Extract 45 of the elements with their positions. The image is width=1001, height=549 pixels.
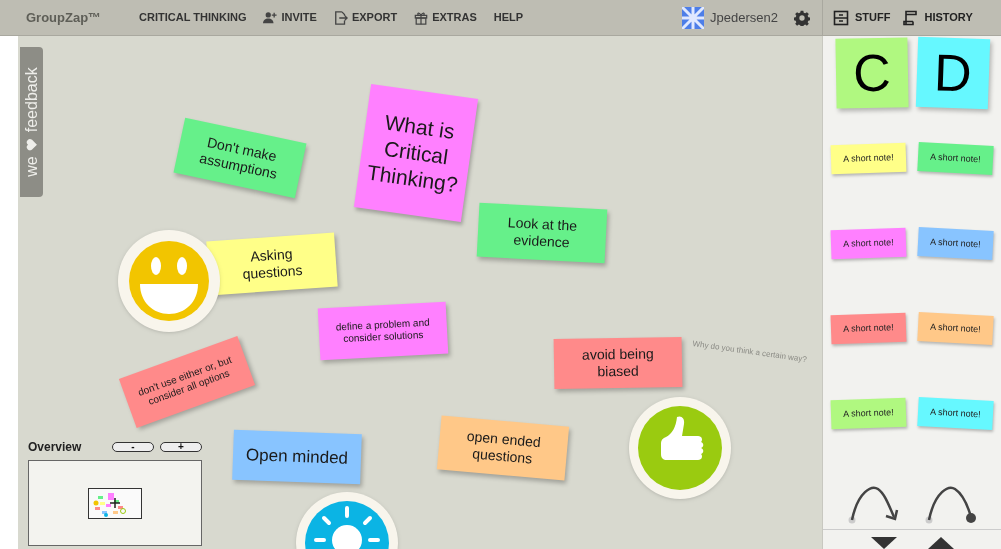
- sticky-note[interactable]: What is Critical Thinking?: [353, 84, 479, 222]
- heart-icon: [25, 138, 38, 151]
- menu-item[interactable]: CRITICAL THINKING: [139, 9, 247, 26]
- menu-item[interactable]: INVITE: [263, 9, 317, 26]
- sticky-note[interactable]: A short note!: [917, 142, 994, 175]
- scroll-down-button[interactable]: [870, 537, 897, 549]
- sticky-note[interactable]: A short note!: [917, 397, 994, 430]
- sticky-note[interactable]: open ended questions: [436, 415, 570, 481]
- settings-icon[interactable]: [794, 9, 810, 26]
- down-triangle-icon: [870, 537, 897, 549]
- menu-item[interactable]: HELP: [493, 9, 524, 26]
- user-name[interactable]: Jpedersen2: [710, 7, 778, 28]
- add-user-icon: [263, 10, 278, 25]
- sticky-note[interactable]: A short note!: [830, 142, 907, 175]
- sticky-note[interactable]: A short note!: [830, 227, 907, 260]
- sticky-note[interactable]: Asking questions: [206, 232, 338, 296]
- zoom-button[interactable]: -: [112, 442, 154, 452]
- sticky-note[interactable]: avoid being biased: [553, 336, 683, 390]
- curved-line-connector[interactable]: [924, 483, 977, 525]
- letter-note[interactable]: D: [915, 36, 990, 110]
- menu-item[interactable]: EXPORT: [333, 9, 398, 26]
- export-icon: [333, 10, 348, 25]
- menu-item[interactable]: EXTRAS: [414, 9, 477, 26]
- drawer-icon: [833, 9, 849, 26]
- sticky-note[interactable]: A short note!: [830, 312, 907, 345]
- sticky-note[interactable]: A short note!: [917, 227, 994, 260]
- sticky-note[interactable]: define a problem and consider solutions: [317, 301, 449, 361]
- sticky-note[interactable]: Open minded: [232, 429, 362, 485]
- up-triangle-icon: [927, 537, 954, 549]
- user-avatar[interactable]: [682, 6, 705, 29]
- gift-icon: [414, 10, 429, 25]
- thumbs-up-sticker[interactable]: [629, 397, 731, 499]
- sticky-note[interactable]: Look at the evidence: [476, 202, 608, 264]
- panel-tab[interactable]: HISTORY: [902, 9, 973, 26]
- panel-tab[interactable]: STUFF: [833, 9, 891, 26]
- feedback-label: feedback: [21, 67, 41, 133]
- overview-title: Overview: [28, 439, 82, 456]
- curved-arrow-connector[interactable]: [847, 483, 900, 525]
- scroll-up-button[interactable]: [927, 537, 954, 549]
- feedback-label: we: [21, 156, 41, 177]
- letter-note[interactable]: C: [834, 37, 909, 109]
- sticky-note[interactable]: A short note!: [830, 397, 907, 430]
- zoom-button[interactable]: +: [160, 442, 202, 452]
- sticky-note[interactable]: A short note!: [917, 312, 994, 345]
- minimap-drawing[interactable]: [88, 487, 142, 519]
